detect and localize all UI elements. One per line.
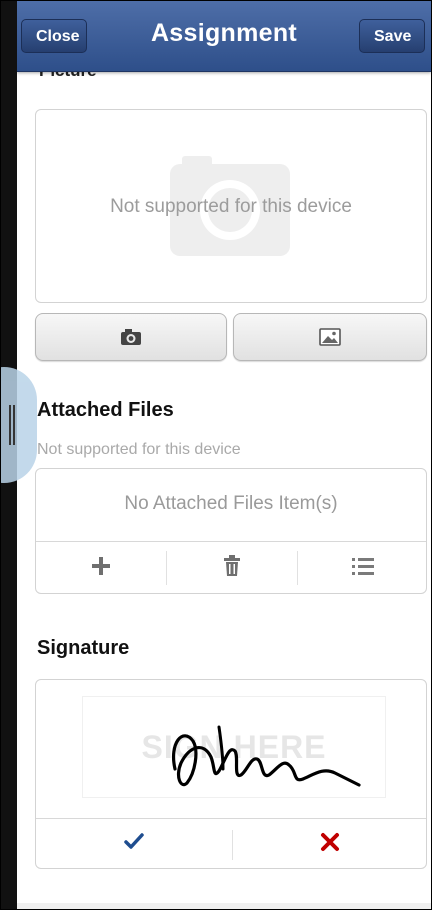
confirm-signature-button[interactable] bbox=[36, 819, 232, 869]
add-file-button[interactable] bbox=[36, 542, 166, 594]
camera-icon bbox=[36, 314, 226, 360]
handle-grip-line bbox=[13, 405, 15, 445]
save-button[interactable]: Save bbox=[359, 19, 425, 53]
take-picture-button[interactable] bbox=[35, 313, 227, 361]
picture-panel[interactable]: Not supported for this device bbox=[35, 109, 427, 303]
handle-grip-line bbox=[9, 405, 11, 445]
list-icon bbox=[352, 556, 374, 581]
attached-files-panel: No Attached Files Item(s) bbox=[35, 468, 427, 594]
plus-icon bbox=[90, 555, 112, 582]
image-icon bbox=[234, 314, 426, 360]
picture-unsupported-text: Not supported for this device bbox=[110, 196, 352, 217]
choose-image-button[interactable] bbox=[233, 313, 427, 361]
trash-icon bbox=[223, 554, 241, 582]
attached-files-empty-text: No Attached Files Item(s) bbox=[124, 493, 338, 514]
top-navigation-bar: Close Assignment Save bbox=[17, 1, 431, 72]
signature-pad[interactable]: SIGN HERE bbox=[82, 696, 386, 798]
signature-panel: SIGN HERE bbox=[35, 679, 427, 869]
x-icon bbox=[320, 832, 340, 857]
checkmark-icon bbox=[124, 832, 144, 856]
assignment-screen: Close Assignment Save Picture Not suppor… bbox=[17, 1, 431, 909]
delete-file-button[interactable] bbox=[167, 542, 297, 594]
drawer-handle[interactable] bbox=[1, 367, 37, 483]
app-frame: Close Assignment Save Picture Not suppor… bbox=[0, 0, 432, 910]
signature-title: Signature bbox=[37, 637, 130, 659]
clear-signature-button[interactable] bbox=[233, 819, 427, 869]
list-files-button[interactable] bbox=[298, 542, 428, 594]
bottom-edge bbox=[17, 903, 431, 909]
attached-files-unsupported-note: Not supported for this device bbox=[37, 441, 241, 458]
attached-files-title: Attached Files bbox=[37, 399, 174, 421]
signature-stroke bbox=[172, 725, 361, 787]
